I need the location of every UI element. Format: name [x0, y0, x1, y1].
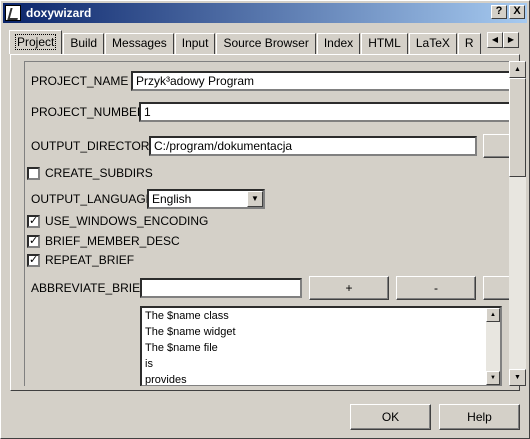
list-item[interactable]: The $name file [142, 340, 500, 356]
tab-scroll-right-icon[interactable]: ▶ [503, 32, 519, 48]
scroll-thumb[interactable] [509, 78, 526, 177]
project-number-input[interactable]: 1 [139, 102, 509, 122]
add-button[interactable]: + [309, 276, 389, 300]
tab-project-label: Project [14, 34, 57, 50]
title-bar[interactable]: doxywizard ? X [3, 3, 527, 23]
list-item[interactable]: The $name class [142, 308, 500, 324]
tab-strip: Project Build Messages Input Source Brow… [9, 30, 499, 54]
brief-member-desc-checkbox[interactable]: ✓ [27, 234, 40, 248]
tab-source-browser[interactable]: Source Browser [216, 33, 316, 54]
tab-index[interactable]: Index [316, 33, 361, 54]
list-item[interactable]: The $name widget [142, 324, 500, 340]
tab-messages[interactable]: Messages [105, 33, 174, 54]
create-subdirs-row[interactable]: CREATE_SUBDIRS [27, 166, 153, 180]
close-title-button[interactable]: X [509, 5, 525, 19]
scroll-down-icon[interactable]: ▼ [509, 369, 526, 386]
tab-scroll-arrows: ◀ ▶ [487, 32, 519, 48]
abbreviate-brief-input[interactable] [140, 278, 302, 298]
tab-input[interactable]: Input [174, 33, 216, 54]
create-subdirs-checkbox[interactable] [27, 166, 40, 180]
remove-button[interactable]: - [396, 276, 476, 300]
output-directory-input[interactable]: C:/program/dokumentacja [149, 136, 477, 156]
brief-member-desc-row[interactable]: ✓ BRIEF_MEMBER_DESC [27, 234, 180, 248]
tab-project[interactable]: Project [9, 30, 63, 54]
panel-scrollbar[interactable]: ▲ ▼ [509, 61, 526, 386]
project-name-label: PROJECT_NAME [31, 74, 129, 88]
repeat-brief-row[interactable]: ✓ REPEAT_BRIEF [27, 253, 134, 267]
window-title: doxywizard [26, 6, 92, 20]
tab-html[interactable]: HTML [361, 33, 408, 54]
tab-latex[interactable]: LaTeX [408, 33, 457, 54]
doxywizard-window: doxywizard ? X Project Build Messages In… [0, 0, 530, 439]
abbreviate-brief-label: ABBREVIATE_BRIEF [31, 281, 148, 295]
brief-member-desc-label: BRIEF_MEMBER_DESC [45, 234, 180, 248]
app-icon [5, 5, 21, 21]
project-panel: PROJECT_NAME Przyk³adowy Program PROJECT… [10, 54, 526, 391]
ok-button[interactable]: OK [350, 404, 431, 430]
list-item[interactable]: is [142, 356, 500, 372]
create-subdirs-label: CREATE_SUBDIRS [45, 166, 153, 180]
abbreviate-brief-list[interactable]: The $name class The $name widget The $na… [140, 306, 502, 386]
update-button[interactable] [483, 276, 509, 300]
use-windows-encoding-checkbox[interactable]: ✓ [27, 214, 40, 228]
list-scroll-up-icon[interactable]: ▲ [486, 308, 500, 322]
output-language-value: English [152, 192, 192, 206]
output-directory-label: OUTPUT_DIRECTORY [31, 139, 158, 153]
output-language-select[interactable]: English ▼ [147, 189, 265, 209]
repeat-brief-label: REPEAT_BRIEF [45, 253, 135, 267]
tab-build[interactable]: Build [63, 33, 105, 54]
repeat-brief-checkbox[interactable]: ✓ [27, 253, 40, 267]
tab-scroll-left-icon[interactable]: ◀ [487, 32, 503, 48]
output-language-label: OUTPUT_LANGUAGE [31, 192, 154, 206]
chevron-down-icon[interactable]: ▼ [247, 191, 263, 207]
help-button[interactable]: Help [439, 404, 520, 430]
scroll-viewport: PROJECT_NAME Przyk³adowy Program PROJECT… [24, 61, 509, 386]
use-windows-encoding-row[interactable]: ✓ USE_WINDOWS_ENCODING [27, 214, 208, 228]
browse-directory-button[interactable] [483, 134, 509, 158]
project-name-input[interactable]: Przyk³adowy Program [131, 71, 509, 91]
list-scroll-down-icon[interactable]: ▼ [486, 371, 500, 385]
use-windows-encoding-label: USE_WINDOWS_ENCODING [45, 214, 209, 228]
scroll-up-icon[interactable]: ▲ [509, 61, 526, 78]
project-number-label: PROJECT_NUMBER [31, 105, 146, 119]
list-scrollbar[interactable]: ▲ ▼ [486, 308, 500, 385]
help-title-button[interactable]: ? [491, 5, 507, 19]
list-item[interactable]: provides [142, 372, 500, 385]
tab-rtf[interactable]: R [457, 33, 481, 54]
